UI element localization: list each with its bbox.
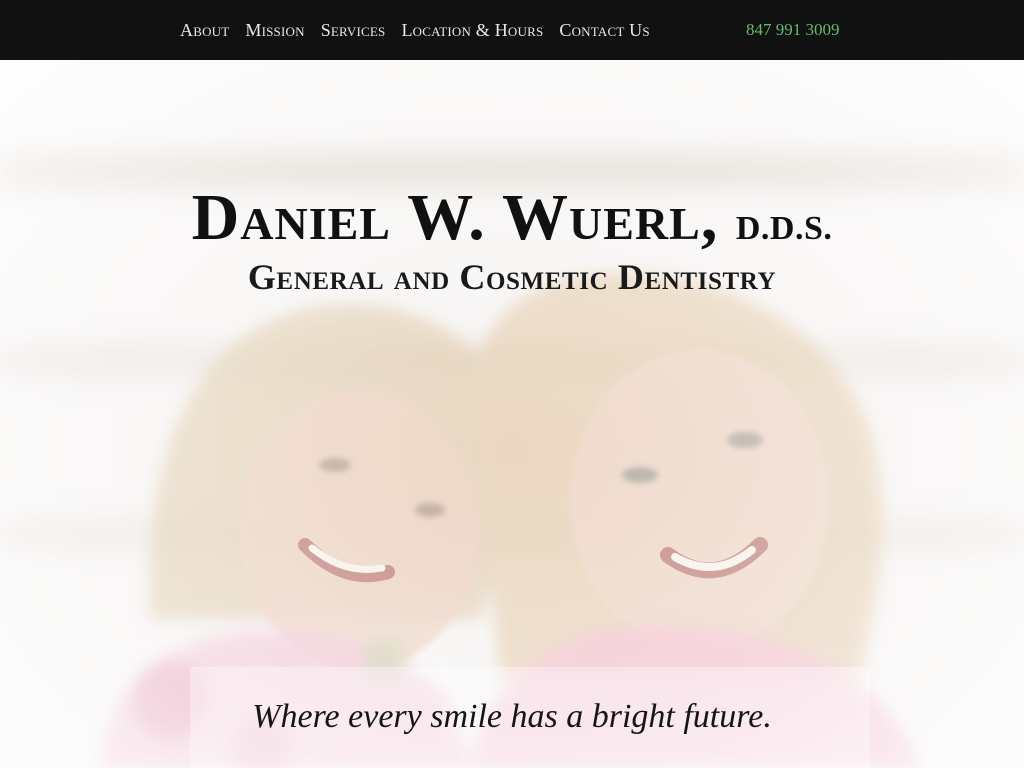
- nav-link-mission[interactable]: Mission: [245, 20, 304, 41]
- phone-number-link[interactable]: 847 991 3009: [746, 0, 840, 60]
- main-nav: About Mission Services Location & Hours …: [180, 0, 666, 60]
- top-nav-bar: About Mission Services Location & Hours …: [0, 0, 1024, 60]
- practice-title: Daniel W. Wuerl, D.D.S.: [0, 182, 1024, 265]
- hero-white-overlay: [0, 60, 1024, 768]
- nav-link-about[interactable]: About: [180, 20, 229, 41]
- degree-suffix: D.D.S.: [735, 210, 833, 247]
- nav-link-location-hours[interactable]: Location & Hours: [401, 20, 543, 41]
- nav-link-services[interactable]: Services: [321, 20, 386, 41]
- practice-subtitle: General and Cosmetic Dentistry: [247, 257, 777, 297]
- practice-name: Daniel W. Wuerl,: [191, 181, 719, 254]
- hero-section: [0, 60, 1024, 768]
- tagline: Where every smile has a bright future.: [252, 698, 772, 735]
- nav-link-contact-us[interactable]: Contact Us: [559, 20, 649, 41]
